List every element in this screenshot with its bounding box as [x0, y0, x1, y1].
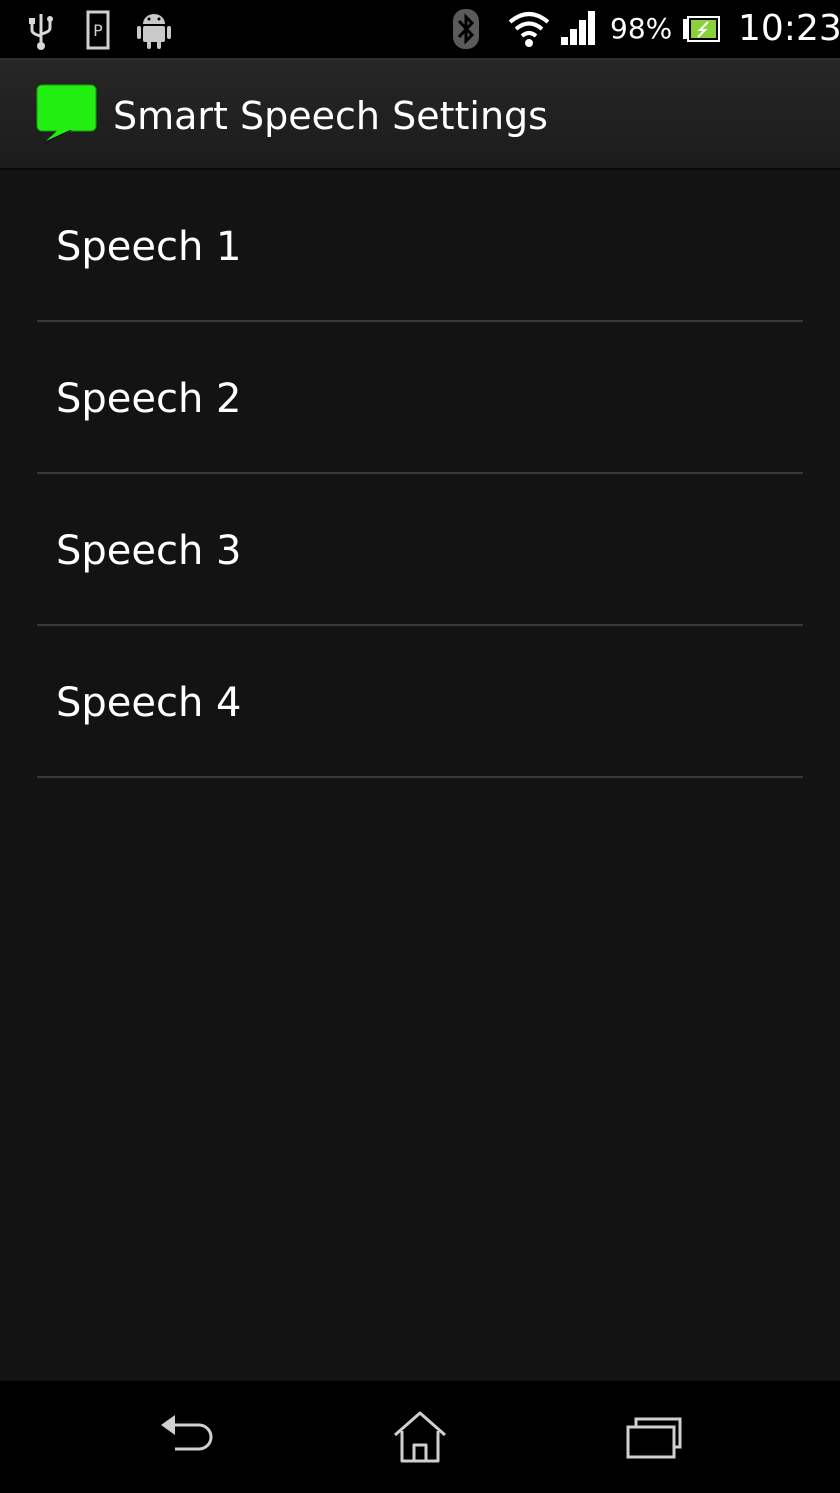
navigation-bar [0, 1381, 840, 1493]
back-icon[interactable] [155, 1409, 225, 1465]
speech-bubble-icon[interactable] [36, 84, 98, 146]
list-item-speech-4[interactable]: Speech 4 [37, 626, 803, 778]
screen: P 98% 10:23 Smart Speech Settings Speech… [0, 0, 840, 1493]
recent-apps-icon[interactable] [620, 1409, 690, 1465]
usb-icon [29, 14, 53, 50]
bluetooth-icon [453, 9, 479, 49]
svg-text:P: P [93, 21, 103, 40]
list-item-speech-1[interactable]: Speech 1 [37, 170, 803, 322]
list-item-label: Speech 4 [56, 680, 242, 726]
clock: 10:23 [738, 8, 840, 49]
battery-charging-icon [683, 16, 720, 42]
list-item-label: Speech 2 [56, 376, 242, 422]
signal-icon [561, 11, 595, 45]
parking-icon: P [86, 10, 110, 50]
app-title: Smart Speech Settings [113, 94, 548, 138]
list-item-label: Speech 3 [56, 528, 242, 574]
wifi-icon [508, 12, 550, 47]
action-bar: Smart Speech Settings [0, 58, 840, 170]
home-icon[interactable] [385, 1409, 455, 1465]
settings-list: Speech 1 Speech 2 Speech 3 Speech 4 [0, 170, 840, 778]
battery-percent: 98% [610, 12, 673, 45]
list-item-label: Speech 1 [56, 224, 242, 270]
list-item-speech-3[interactable]: Speech 3 [37, 474, 803, 626]
status-bar: P 98% 10:23 [0, 0, 840, 58]
android-icon [137, 14, 171, 49]
list-item-speech-2[interactable]: Speech 2 [37, 322, 803, 474]
